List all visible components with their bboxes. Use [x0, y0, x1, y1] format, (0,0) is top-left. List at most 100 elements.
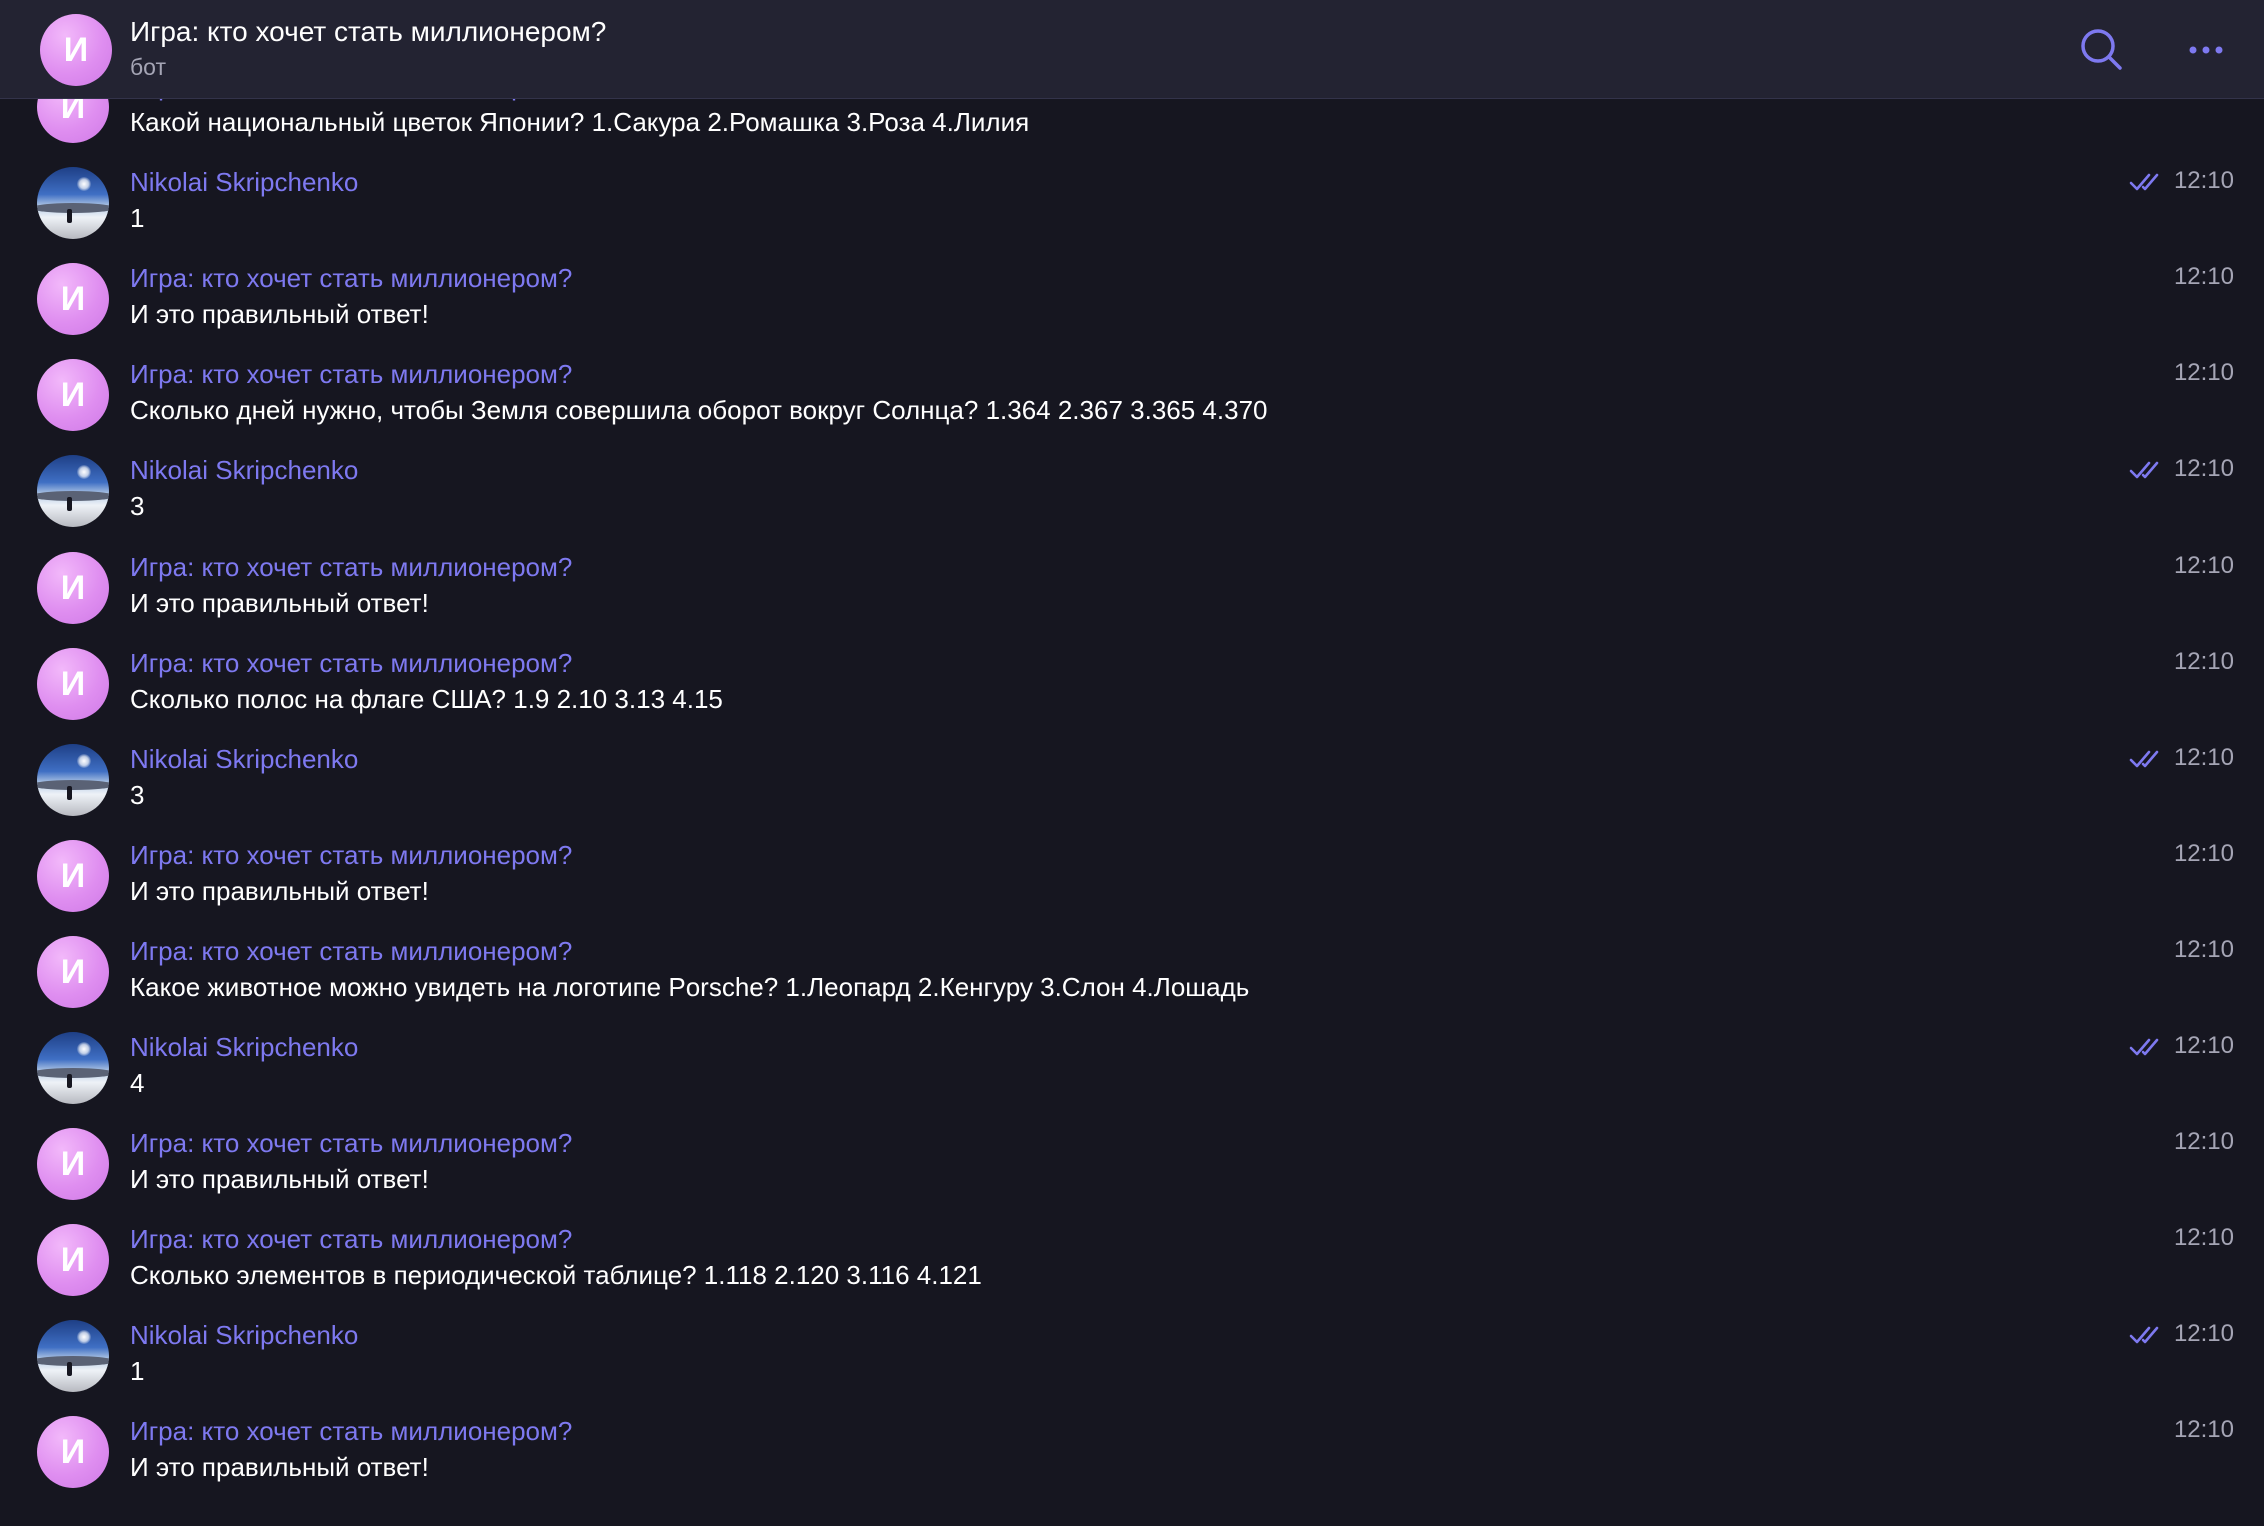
avatar-photo-person [67, 1362, 72, 1376]
message-sender[interactable]: Игра: кто хочет стать миллионером? [130, 359, 572, 390]
message-time: 12:10 [2173, 455, 2234, 482]
message-text: 3 [130, 780, 145, 810]
bot-message[interactable]: И Игра: кто хочет стать миллионером? И это… [0, 247, 2264, 343]
message-sender[interactable]: Nikolai Skripchenko [130, 167, 358, 198]
message-time: 12:10 [2173, 840, 2234, 867]
avatar-photo-sun [77, 754, 91, 768]
bot-avatar[interactable]: И [37, 648, 109, 720]
chat-title[interactable]: Игра: кто хочет стать миллионером? [130, 16, 606, 48]
avatar-photo-hill [37, 1068, 109, 1078]
bot-avatar[interactable]: И [37, 1224, 109, 1296]
search-button[interactable] [2074, 22, 2130, 78]
avatar-photo-person [67, 786, 72, 800]
read-checkmarks-icon [2129, 171, 2161, 193]
bot-message[interactable]: И Игра: кто хочет стать миллионером? И это… [0, 536, 2264, 632]
user-avatar[interactable] [37, 1032, 109, 1104]
message-time: 12:10 [2173, 1128, 2234, 1155]
read-checkmarks-icon [2129, 459, 2161, 481]
avatar-photo-person [67, 1074, 72, 1088]
message-text: 3 [130, 491, 145, 521]
user-avatar[interactable] [37, 1320, 109, 1392]
bot-avatar[interactable]: И [37, 840, 109, 912]
message-text: И это правильный ответ! [130, 1164, 429, 1194]
message-time: 12:10 [2173, 744, 2234, 771]
avatar-photo-sun [77, 177, 91, 191]
message-time: 12:10 [2173, 1032, 2234, 1059]
message-sender[interactable]: Игра: кто хочет стать миллионером? [130, 263, 572, 294]
message-time: 12:10 [2173, 1320, 2234, 1347]
avatar-photo-hill [37, 1356, 109, 1366]
avatar-photo-sun [77, 465, 91, 479]
message-sender[interactable]: Игра: кто хочет стать миллионером? [130, 552, 572, 583]
message-time: 12:10 [2173, 1416, 2234, 1443]
message-text: И это правильный ответ! [130, 876, 429, 906]
message-text: Сколько полос на флаге США? 1.9 2.10 3.1… [130, 684, 723, 714]
bot-avatar[interactable]: И [37, 263, 109, 335]
read-checkmarks-icon [2129, 1036, 2161, 1058]
message-text: И это правильный ответ! [130, 299, 429, 329]
avatar-photo-person [67, 497, 72, 511]
message-time: 12:10 [2173, 648, 2234, 675]
user-message[interactable]: Nikolai Skripchenko 3 12:10 [0, 439, 2264, 535]
message-sender[interactable]: Игра: кто хочет стать миллионером? [130, 1416, 572, 1447]
bot-avatar[interactable]: И [37, 1416, 109, 1488]
read-checkmarks-icon [2129, 748, 2161, 770]
message-time: 12:10 [2173, 552, 2234, 579]
avatar-photo-hill [37, 491, 109, 501]
read-checkmarks-icon [2129, 1324, 2161, 1346]
bot-message[interactable]: И Игра: кто хочет стать миллионером? Сколь… [0, 343, 2264, 439]
user-message[interactable]: Nikolai Skripchenko 1 12:10 [0, 1304, 2264, 1400]
more-dots-icon [2189, 46, 2223, 54]
message-text: 1 [130, 1356, 145, 1386]
avatar-photo-hill [37, 780, 109, 790]
message-time: 12:10 [2173, 359, 2234, 386]
message-text: Сколько элементов в периодической таблиц… [130, 1260, 982, 1290]
message-list[interactable]: И Игра: кто хочет стать миллионером? Какой… [0, 0, 2264, 1526]
message-sender[interactable]: Игра: кто хочет стать миллионером? [130, 1128, 572, 1159]
avatar-photo-person [67, 209, 72, 223]
message-text: И это правильный ответ! [130, 588, 429, 618]
message-text: Какой национальный цветок Японии? 1.Саку… [130, 107, 1030, 137]
message-time: 12:10 [2173, 263, 2234, 290]
message-sender[interactable]: Игра: кто хочет стать миллионером? [130, 936, 572, 967]
message-text: Сколько дней нужно, чтобы Земля совершил… [130, 395, 1268, 425]
message-text: И это правильный ответ! [130, 1452, 429, 1482]
message-text: 1 [130, 203, 145, 233]
user-message[interactable]: Nikolai Skripchenko 1 12:10 [0, 151, 2264, 247]
message-time: 12:10 [2173, 936, 2234, 963]
bot-avatar[interactable]: И [37, 936, 109, 1008]
message-text: 4 [130, 1068, 145, 1098]
user-message[interactable]: Nikolai Skripchenko 4 12:10 [0, 1016, 2264, 1112]
bot-message[interactable]: И Игра: кто хочет стать миллионером? И это… [0, 824, 2264, 920]
user-message[interactable]: Nikolai Skripchenko 3 12:10 [0, 728, 2264, 824]
bot-message[interactable]: И Игра: кто хочет стать миллионером? И это… [0, 1112, 2264, 1208]
chat-subtitle: бот [130, 54, 166, 80]
bot-message[interactable]: И Игра: кто хочет стать миллионером? Сколь… [0, 632, 2264, 728]
chat-avatar[interactable]: И [40, 14, 112, 86]
message-time: 12:10 [2173, 1224, 2234, 1251]
search-icon [2081, 29, 2122, 70]
message-sender[interactable]: Nikolai Skripchenko [130, 1032, 358, 1063]
avatar-photo-sun [77, 1042, 91, 1056]
bot-message[interactable]: И Игра: кто хочет стать миллионером? Сколь… [0, 1208, 2264, 1304]
message-sender[interactable]: Nikolai Skripchenko [130, 1320, 358, 1351]
message-text: Какое животное можно увидеть на логотипе… [130, 972, 1250, 1002]
message-sender[interactable]: Nikolai Skripchenko [130, 455, 358, 486]
message-time: 12:10 [2173, 167, 2234, 194]
user-avatar[interactable] [37, 167, 109, 239]
avatar-photo-sun [77, 1330, 91, 1344]
message-sender[interactable]: Игра: кто хочет стать миллионером? [130, 648, 572, 679]
bot-avatar[interactable]: И [37, 552, 109, 624]
more-options-button[interactable] [2178, 22, 2234, 78]
bot-message[interactable]: И Игра: кто хочет стать миллионером? И это… [0, 1400, 2264, 1496]
user-avatar[interactable] [37, 455, 109, 527]
message-sender[interactable]: Игра: кто хочет стать миллионером? [130, 1224, 572, 1255]
message-sender[interactable]: Nikolai Skripchenko [130, 744, 358, 775]
chat-header: И Игра: кто хочет стать миллионером? бот [0, 0, 2264, 99]
message-sender[interactable]: Игра: кто хочет стать миллионером? [130, 840, 572, 871]
bot-avatar[interactable]: И [37, 1128, 109, 1200]
avatar-photo-hill [37, 203, 109, 213]
user-avatar[interactable] [37, 744, 109, 816]
bot-message[interactable]: И Игра: кто хочет стать миллионером? Какое… [0, 920, 2264, 1016]
bot-avatar[interactable]: И [37, 359, 109, 431]
